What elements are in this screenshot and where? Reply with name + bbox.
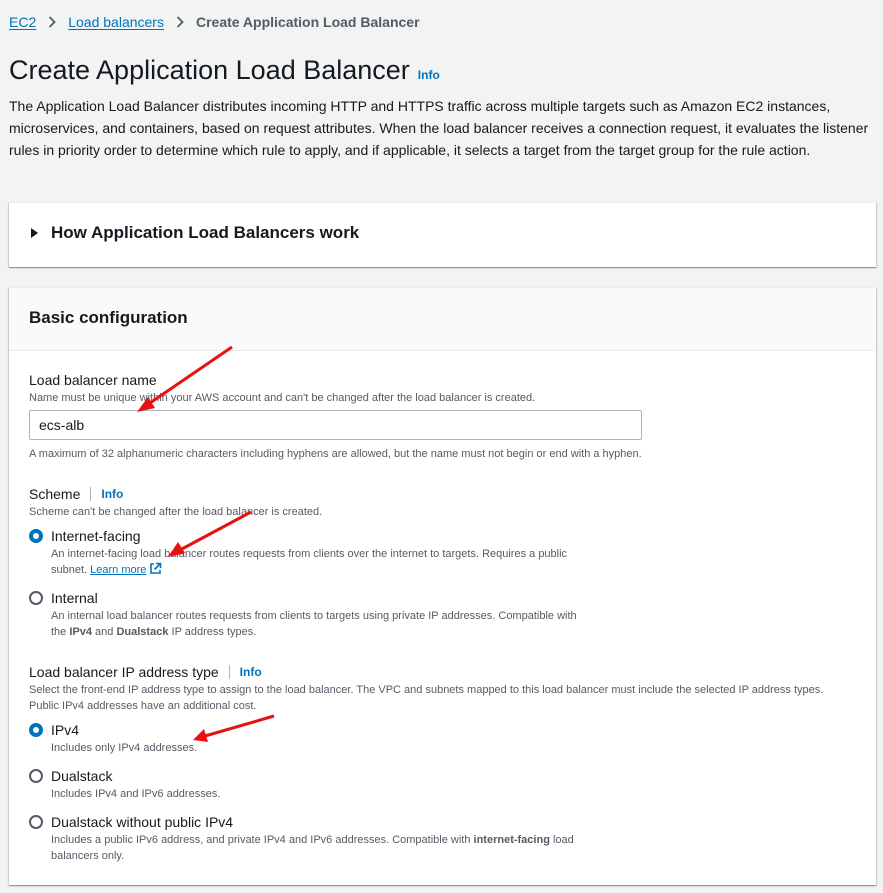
radio-button-selected[interactable] [29, 723, 43, 737]
internal-desc-dualstack: Dualstack [116, 626, 169, 638]
internal-desc-post: IP address types. [168, 626, 257, 638]
chevron-right-icon [48, 16, 57, 28]
basic-configuration-panel: Basic configuration Load balancer name N… [9, 287, 876, 885]
ip-type-info-link[interactable]: Info [240, 665, 262, 679]
dualstack-np-desc-line2: balancers only. [51, 850, 125, 862]
external-link-icon[interactable] [149, 562, 162, 580]
internal-description: An internal load balancer routes request… [51, 608, 651, 640]
radio-label: IPv4 [51, 722, 80, 738]
breadcrumb-ec2-link[interactable]: EC2 [9, 14, 36, 30]
internal-desc-pre: the [51, 626, 70, 638]
ip-type-radio-dualstack-no-public-ipv4[interactable]: Dualstack without public IPv4 [29, 814, 233, 830]
radio-label: Internal [51, 590, 98, 606]
radio-label: Dualstack without public IPv4 [51, 814, 234, 830]
label-divider [90, 487, 92, 501]
ip-type-description: Select the front-end IP address type to … [29, 684, 824, 712]
ipv4-description: Includes only IPv4 addresses. [51, 742, 198, 754]
radio-button[interactable] [29, 591, 43, 605]
ip-type-radio-ipv4[interactable]: IPv4 [29, 722, 79, 738]
scheme-info-link[interactable]: Info [101, 487, 123, 501]
dualstack-np-desc-bold: internet-facing [473, 834, 550, 846]
title-info-link[interactable]: Info [418, 68, 440, 82]
breadcrumb-current: Create Application Load Balancer [195, 14, 420, 30]
page-description: The Application Load Balancer distribute… [9, 98, 869, 158]
page-title-text: Create Application Load Balancer [9, 55, 410, 85]
radio-label: Dualstack [51, 768, 113, 784]
how-it-works-panel: How Application Load Balancers work [9, 202, 876, 267]
radio-button[interactable] [29, 815, 43, 829]
dualstack-np-desc-pre: Includes a public IPv6 address, and priv… [51, 834, 474, 846]
ip-type-radio-dualstack[interactable]: Dualstack [29, 768, 112, 784]
lb-name-constraint: A maximum of 32 alphanumeric characters … [29, 448, 642, 460]
breadcrumb-load-balancers-link[interactable]: Load balancers [68, 14, 164, 30]
radio-button[interactable] [29, 769, 43, 783]
internal-desc-ipv4: IPv4 [69, 626, 92, 638]
internet-facing-desc-line1: An internet-facing load balancer routes … [51, 548, 568, 560]
panel-header: Basic configuration [9, 288, 876, 351]
chevron-right-icon [176, 16, 184, 28]
learn-more-link[interactable]: Learn more [90, 564, 146, 576]
internet-facing-desc-line2: subnet. [51, 564, 88, 576]
radio-label: Internet-facing [51, 528, 141, 544]
internal-desc-mid: and [92, 626, 117, 638]
breadcrumb: EC2 Load balancers Create Application Lo… [9, 14, 420, 30]
internet-facing-description: An internet-facing load balancer routes … [51, 546, 651, 580]
internal-desc-line1: An internal load balancer routes request… [51, 610, 577, 622]
scheme-radio-internal[interactable]: Internal [29, 590, 98, 606]
lb-name-input[interactable] [29, 410, 642, 440]
radio-button-selected[interactable] [29, 529, 43, 543]
dualstack-description: Includes IPv4 and IPv6 addresses. [51, 788, 221, 800]
dualstack-no-public-description: Includes a public IPv6 address, and priv… [51, 832, 651, 864]
panel-title: Basic configuration [29, 308, 188, 327]
ip-type-label: Load balancer IP address type Info [29, 664, 262, 680]
lb-name-label: Load balancer name [29, 372, 157, 388]
page-title: Create Application Load Balancer Info [9, 55, 440, 86]
scheme-description: Scheme can't be changed after the load b… [29, 506, 323, 518]
how-it-works-expander[interactable]: How Application Load Balancers work [31, 223, 359, 243]
scheme-radio-internet-facing[interactable]: Internet-facing [29, 528, 141, 544]
how-it-works-label: How Application Load Balancers work [51, 223, 360, 242]
ip-type-label-text: Load balancer IP address type [29, 664, 219, 680]
lb-name-label-text: Load balancer name [29, 372, 157, 388]
caret-right-icon [31, 228, 38, 238]
scheme-label: Scheme Info [29, 486, 123, 502]
label-divider [228, 665, 230, 679]
scheme-label-text: Scheme [29, 486, 81, 502]
dualstack-np-desc-post: load [549, 834, 574, 846]
lb-name-description: Name must be unique within your AWS acco… [29, 392, 536, 404]
